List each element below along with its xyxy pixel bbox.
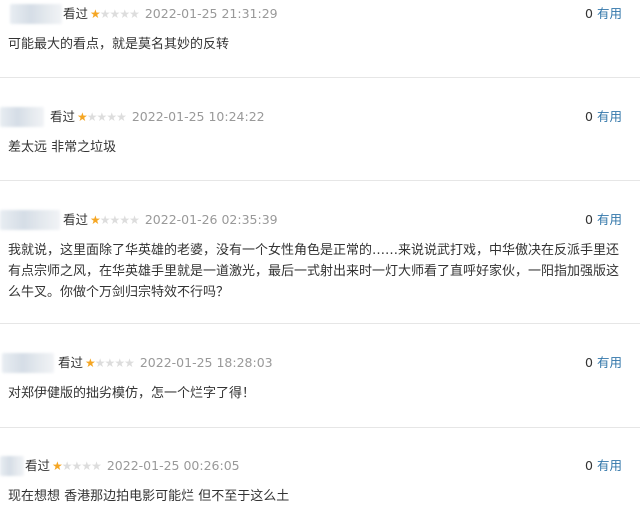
vote-area: 0 有用 [585,355,622,371]
comment-item: 看过 ★ ★ ★ ★ ★ 2022-01-26 02:35:39 0 有用 我就说… [0,208,640,303]
comment-text: 可能最大的看点，就是莫名其妙的反转 [8,37,230,52]
star-empty-icon: ★ [91,459,102,473]
comment-meta: 看过 ★ ★ ★ ★ ★ 2022-01-25 00:26:05 [25,458,240,474]
star-empty-icon: ★ [86,110,98,124]
star-empty-icon: ★ [81,459,92,473]
comment-time: 2022-01-25 10:24:22 [131,109,265,124]
vote-count: 0 [585,109,593,124]
watch-status: 看过 [63,212,89,227]
comment-time: 2022-01-25 18:28:03 [139,355,273,370]
star-empty-icon: ★ [106,110,117,124]
user-avatar[interactable] [2,353,54,373]
star-empty-icon: ★ [99,7,111,21]
star-empty-icon: ★ [119,7,130,21]
star-filled-icon: ★ [90,213,101,227]
vote-area: 0 有用 [585,6,622,22]
vote-count: 0 [585,212,593,227]
star-empty-icon: ★ [124,356,135,370]
vote-area: 0 有用 [585,458,622,474]
user-avatar[interactable] [0,456,24,476]
divider [0,427,640,428]
useful-button[interactable]: 有用 [597,6,622,21]
star-empty-icon: ★ [96,110,108,124]
comment-time: 2022-01-25 00:26:05 [106,458,240,473]
watch-status: 看过 [63,6,89,21]
user-avatar[interactable] [0,210,60,230]
comment-item: 看过 ★ ★ ★ ★ ★ 2022-01-25 18:28:03 0 有用 对郑伊… [0,351,640,404]
star-empty-icon: ★ [129,7,140,21]
comment-meta: 看过 ★ ★ ★ ★ ★ 2022-01-25 10:24:22 [50,109,265,125]
comment-header: 看过 ★ ★ ★ ★ ★ 2022-01-26 02:35:39 0 有用 [0,208,640,232]
useful-button[interactable]: 有用 [597,458,622,473]
watch-status: 看过 [58,355,84,370]
comment-header: 看过 ★ ★ ★ ★ ★ 2022-01-25 21:31:29 0 有用 [0,2,640,26]
star-filled-icon: ★ [85,356,96,370]
rating-stars: ★ ★ ★ ★ ★ [77,109,127,125]
rating-stars: ★ ★ ★ ★ ★ [90,212,140,228]
comment-meta: 看过 ★ ★ ★ ★ ★ 2022-01-25 21:31:29 [63,6,278,22]
user-avatar[interactable] [0,107,44,127]
star-empty-icon: ★ [119,213,130,227]
divider [0,77,640,78]
comment-header: 看过 ★ ★ ★ ★ ★ 2022-01-25 00:26:05 0 有用 [0,454,640,478]
comment-time: 2022-01-26 02:35:39 [144,212,278,227]
comment-meta: 看过 ★ ★ ★ ★ ★ 2022-01-26 02:35:39 [63,212,278,228]
user-avatar[interactable] [10,4,62,24]
comment-list: 看过 ★ ★ ★ ★ ★ 2022-01-25 21:31:29 0 有用 可能最… [0,0,640,516]
star-filled-icon: ★ [90,7,101,21]
comment-text: 我就说，这里面除了华英雄的老婆，没有一个女性角色是正常的……来说说武打戏，中华傲… [8,243,620,300]
star-empty-icon: ★ [109,213,121,227]
divider [0,323,640,324]
star-empty-icon: ★ [99,213,111,227]
comment-text: 现在想想 香港那边拍电影可能烂 但不至于这么土 [8,489,290,504]
vote-area: 0 有用 [585,109,622,125]
star-empty-icon: ★ [116,110,127,124]
rating-stars: ★ ★ ★ ★ ★ [90,6,140,22]
star-empty-icon: ★ [109,7,121,21]
comment-text: 对郑伊健版的拙劣模仿，怎一个烂字了得！ [8,386,256,401]
watch-status: 看过 [50,109,76,124]
comment-text: 差太远 非常之垃圾 [8,140,117,155]
useful-button[interactable]: 有用 [597,109,622,124]
comment-time: 2022-01-25 21:31:29 [144,6,278,21]
comment-meta: 看过 ★ ★ ★ ★ ★ 2022-01-25 18:28:03 [58,355,273,371]
watch-status: 看过 [25,458,51,473]
star-empty-icon: ★ [129,213,140,227]
vote-count: 0 [585,355,593,370]
vote-area: 0 有用 [585,212,622,228]
comment-header: 看过 ★ ★ ★ ★ ★ 2022-01-25 18:28:03 0 有用 [0,351,640,375]
star-filled-icon: ★ [77,110,88,124]
useful-button[interactable]: 有用 [597,355,622,370]
star-empty-icon: ★ [71,459,83,473]
vote-count: 0 [585,6,593,21]
star-filled-icon: ★ [52,459,63,473]
star-empty-icon: ★ [114,356,125,370]
rating-stars: ★ ★ ★ ★ ★ [85,355,135,371]
star-empty-icon: ★ [61,459,73,473]
comment-header: 看过 ★ ★ ★ ★ ★ 2022-01-25 10:24:22 0 有用 [0,105,640,129]
rating-stars: ★ ★ ★ ★ ★ [52,458,102,474]
star-empty-icon: ★ [104,356,116,370]
comment-item: 看过 ★ ★ ★ ★ ★ 2022-01-25 00:26:05 0 有用 现在想… [0,454,640,507]
divider [0,180,640,181]
comment-item: 看过 ★ ★ ★ ★ ★ 2022-01-25 10:24:22 0 有用 差太远… [0,105,640,158]
star-empty-icon: ★ [94,356,106,370]
useful-button[interactable]: 有用 [597,212,622,227]
comment-item: 看过 ★ ★ ★ ★ ★ 2022-01-25 21:31:29 0 有用 可能最… [0,2,640,55]
vote-count: 0 [585,458,593,473]
